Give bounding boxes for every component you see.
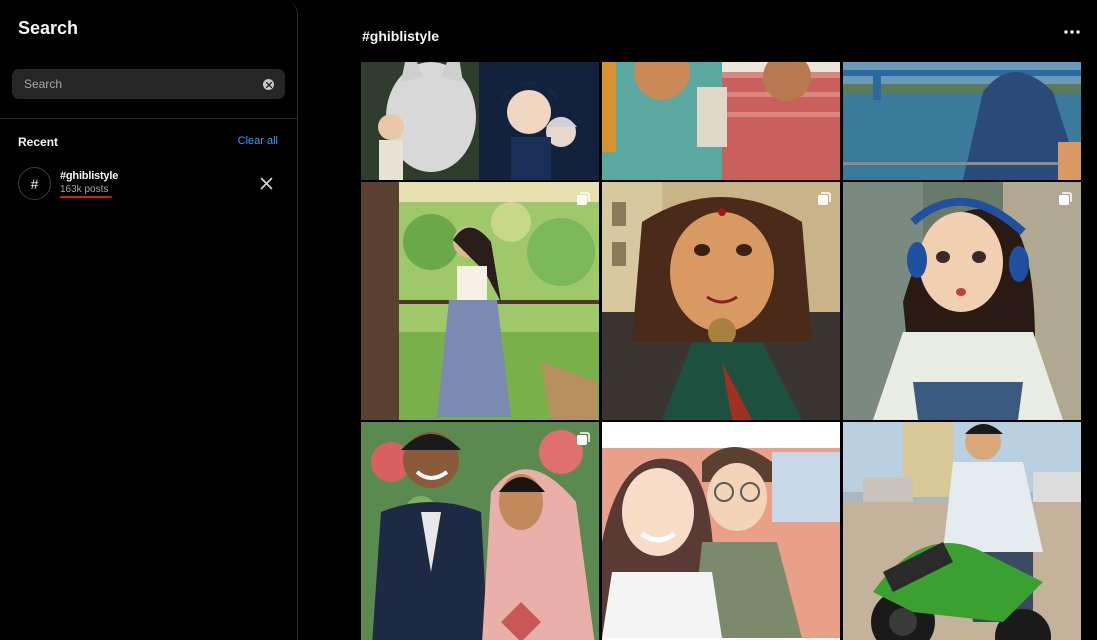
post-tile[interactable] [602,62,840,180]
hashtag-icon: # [18,167,51,200]
post-image [361,422,599,640]
carousel-icon [577,432,590,445]
red-annotation-underline [60,196,112,198]
post-tile[interactable] [843,422,1081,640]
post-tile[interactable] [843,62,1081,180]
close-icon[interactable] [260,177,273,190]
recent-search-item[interactable]: # #ghiblistyle 163k posts [18,166,280,202]
post-image [602,62,840,180]
recent-hashtag-name: #ghiblistyle [60,170,119,182]
post-tile[interactable] [361,182,599,420]
recent-hashtag-post-count: 163k posts [60,184,109,195]
post-tile[interactable] [843,182,1081,420]
post-image [602,182,840,420]
clear-all-button[interactable]: Clear all [238,135,278,147]
panel-divider [0,118,297,119]
post-image [361,182,599,420]
post-tile[interactable] [602,422,840,640]
post-tile[interactable] [361,62,599,180]
post-image [843,62,1081,180]
post-image [602,422,840,640]
post-image [361,62,599,180]
posts-grid [361,62,1081,640]
post-tile[interactable] [602,182,840,420]
carousel-icon [577,192,590,205]
recent-heading: Recent [18,135,59,149]
carousel-icon [818,432,831,445]
post-image [843,422,1081,640]
clear-search-icon[interactable] [263,79,274,90]
search-panel: Search Recent Clear all # #ghiblistyle 1… [0,0,298,640]
post-tile[interactable] [361,422,599,640]
hashtag-page-title: #ghiblistyle [362,28,440,44]
more-options-icon[interactable] [1062,26,1082,38]
search-input[interactable] [24,69,254,99]
search-panel-title: Search [18,18,79,38]
post-image [843,182,1081,420]
carousel-icon [818,192,831,205]
search-box[interactable] [12,69,285,99]
app-window: Search Recent Clear all # #ghiblistyle 1… [0,0,1097,640]
carousel-icon [1059,192,1072,205]
